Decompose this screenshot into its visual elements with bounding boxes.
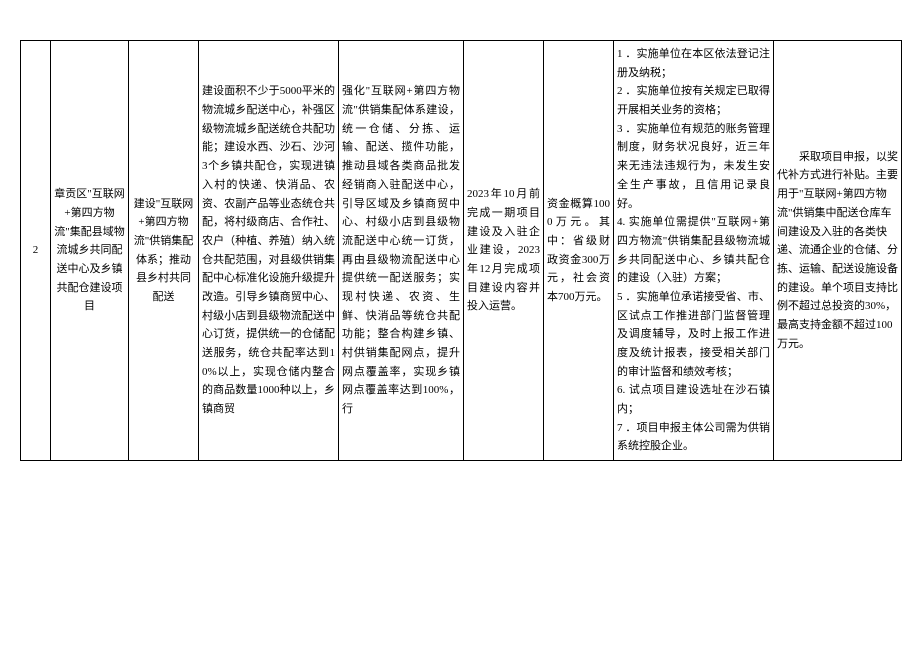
cell-strengthen: 强化"互联网+第四方物流"供销集配体系建设，统一仓储、分拣、运输、配送、揽件功能… [339,41,464,461]
cell-fund: 资金概算1000万元。其中：省级财政资金300万元，社会资本700万元。 [544,41,614,461]
cell-subsidy: 采取项目申报，以奖代补方式进行补贴。主要用于"互联网+第四方物流"供销集中配送仓… [774,41,902,461]
table-row: 2 章贡区"互联网+第四方物流"集配县域物流城乡共同配送中心及乡镇共配仓建设项目… [21,41,902,461]
cell-content: 建设面积不少于5000平米的物流城乡配送中心，补强区级物流城乡配送统仓共配功能；… [199,41,339,461]
cell-build: 建设"互联网+第四方物流"供销集配体系；推动县乡村共同配送 [129,41,199,461]
cell-time: 2023年10月前完成一期项目建设及入驻企业建设，2023年12月完成项目建设内… [464,41,544,461]
cell-num: 2 [21,41,51,461]
cell-requirements: 1 ．实施单位在本区依法登记注册及纳税；2 ．实施单位按有关规定已取得开展相关业… [614,41,774,461]
cell-name: 章贡区"互联网+第四方物流"集配县域物流城乡共同配送中心及乡镇共配仓建设项目 [51,41,129,461]
